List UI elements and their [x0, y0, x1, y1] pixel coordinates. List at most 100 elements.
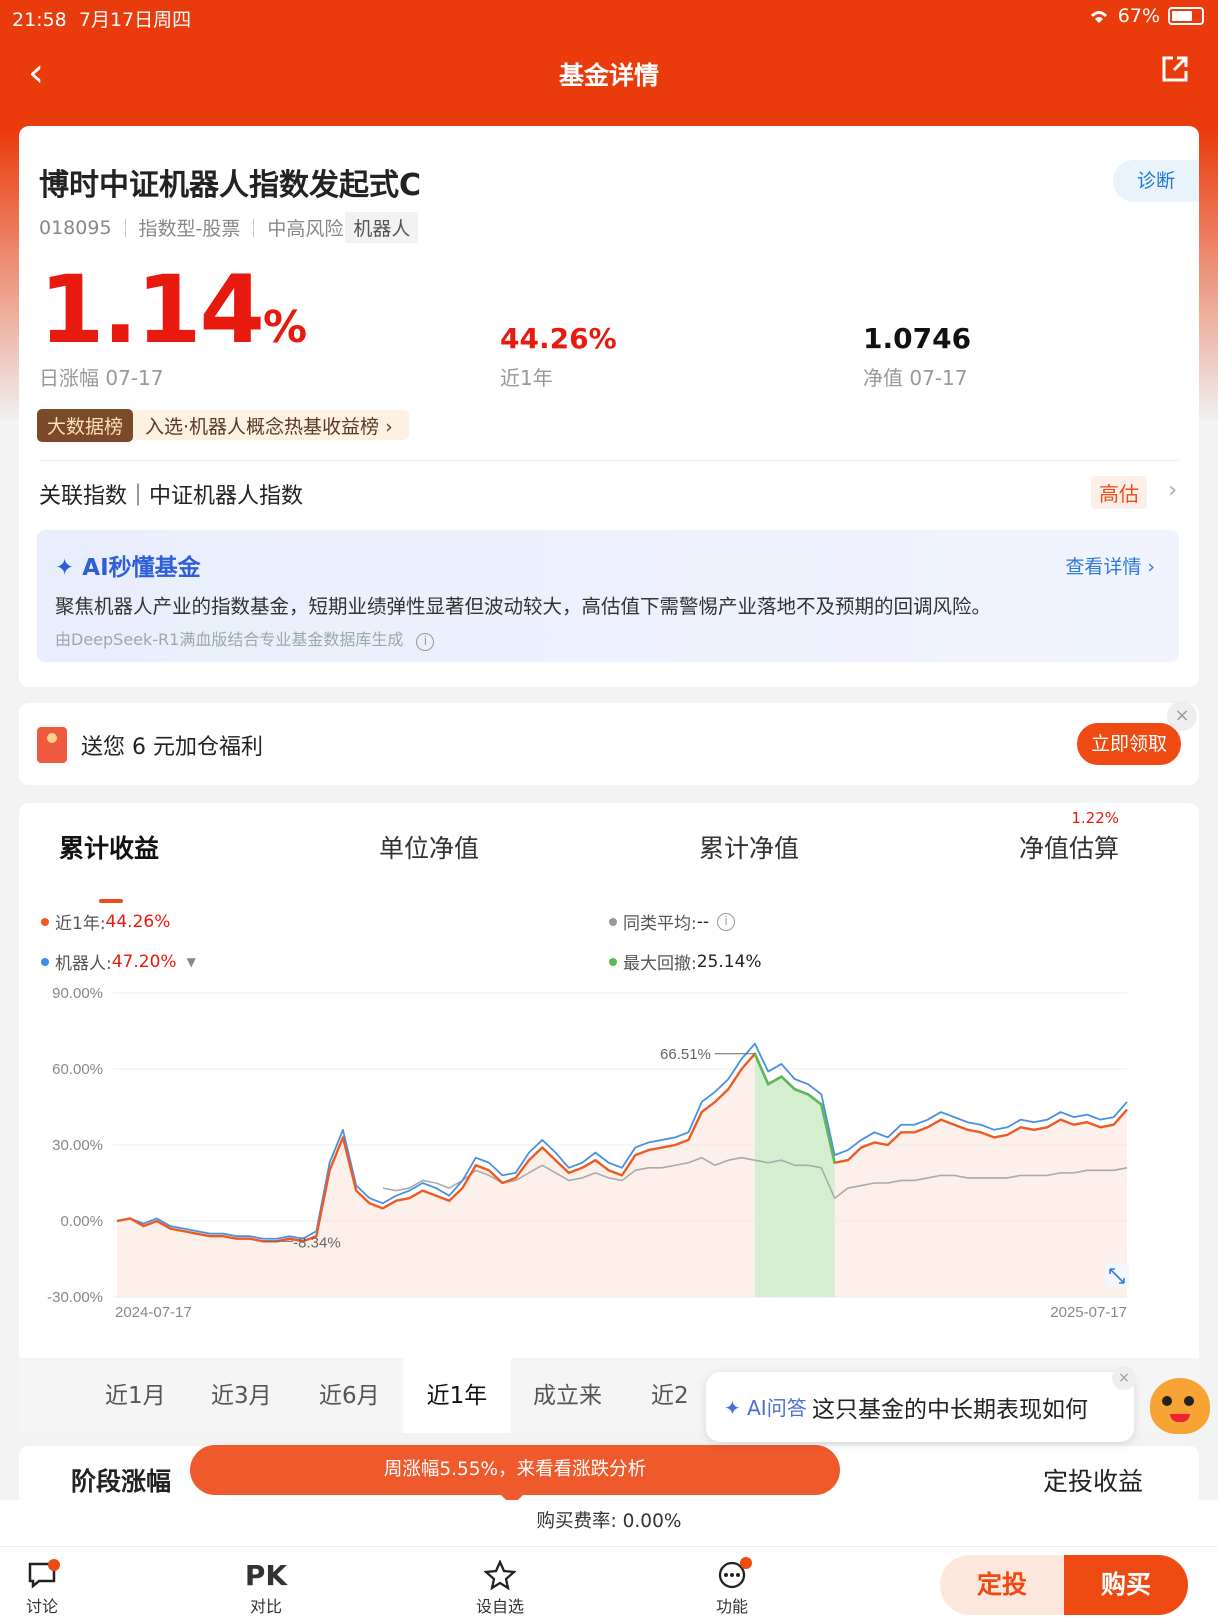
meta-divider: [124, 218, 126, 237]
ai-summary-box[interactable]: ✦ AI秒懂基金 查看详情 › 聚焦机器人产业的指数基金，短期业绩弹性显著但波动…: [37, 530, 1179, 662]
period-since-inception[interactable]: 成立来: [533, 1376, 602, 1410]
watchlist-button[interactable]: 设自选: [460, 1557, 540, 1617]
status-right: 67%: [1088, 5, 1204, 27]
fund-info-card: 博时中证机器人指数发起式C 诊断 018095 指数型-股票 中高风险 机器人 …: [19, 126, 1199, 687]
return-chart[interactable]: 90.00% 60.00% 30.00% 0.00% -30.00% 66.51% -8.3…: [19, 983, 1199, 1323]
period-1y[interactable]: 近1年: [403, 1358, 511, 1433]
x-end-label: 2025-07-17: [1050, 1304, 1127, 1321]
tab-cumulative-nav[interactable]: 累计净值: [699, 829, 799, 865]
share-icon[interactable]: [1160, 54, 1190, 84]
auto-invest-button[interactable]: 定投: [940, 1555, 1064, 1615]
gift-banner: 送您 6 元加仓福利 立即领取 ×: [19, 701, 1199, 785]
y-tick-label: 30.00%: [52, 1137, 103, 1154]
close-icon[interactable]: ×: [1167, 701, 1197, 731]
ai-question: 这只基金的中长期表现如何: [812, 1397, 1088, 1423]
y-tick-label: 0.00%: [60, 1213, 103, 1230]
battery-icon: [1168, 7, 1204, 25]
discuss-button[interactable]: 讨论: [2, 1557, 82, 1617]
y-tick-label: 60.00%: [52, 1061, 103, 1078]
sparkle-icon: ✦: [55, 555, 75, 581]
function-button[interactable]: 功能: [692, 1557, 772, 1617]
wifi-icon: [1090, 11, 1107, 23]
legend-index[interactable]: 机器人: 47.20% ▼: [41, 949, 196, 974]
pk-icon: PK: [244, 1558, 288, 1592]
bigdata-badge: 大数据榜: [37, 408, 134, 442]
bottom-bar: 讨论 PK 对比 设自选 功能 定投 购买: [0, 1546, 1218, 1624]
period-3m[interactable]: 近3月: [211, 1376, 272, 1410]
related-index[interactable]: 关联指数｜中证机器人指数: [39, 478, 303, 510]
year-change-value: 44.26%: [500, 322, 617, 355]
estimate-badge: 1.22%: [1071, 809, 1119, 827]
info-icon[interactable]: i: [717, 912, 736, 931]
ai-source: 由DeepSeek-R1满血版结合专业基金数据库生成 i: [55, 626, 435, 651]
weekly-promo[interactable]: 周涨幅5.55%，来看看涨跌分析: [190, 1445, 840, 1495]
compare-button[interactable]: PK 对比: [226, 1557, 306, 1617]
chart-card: 累计收益 单位净值 累计净值 净值估算 1.22% 近1年: 44.26% 同类平…: [19, 803, 1199, 1433]
legend-dot: [609, 957, 617, 966]
status-bar: 21:58 7月17日周四 67%: [0, 0, 1218, 34]
ai-question-bubble[interactable]: ✦ AI问答 这只基金的中长期表现如何 ×: [706, 1366, 1136, 1442]
min-annotation: -8.34%: [293, 1234, 341, 1251]
meta-divider: [253, 218, 255, 237]
page-title: 基金详情: [558, 61, 659, 90]
nav-bar: ‹ 基金详情: [0, 44, 1218, 100]
close-icon[interactable]: ×: [1112, 1366, 1136, 1390]
status-time: 21:58 7月17日周四: [12, 9, 192, 31]
stage-title[interactable]: 阶段涨幅: [71, 1462, 171, 1498]
tab-cumulative-return[interactable]: 累计收益: [59, 829, 159, 865]
nav-value: 1.0746: [863, 322, 972, 355]
y-tick-label: -30.00%: [47, 1289, 103, 1306]
nav-label: 净值 07-17: [863, 366, 968, 390]
fund-code: 018095: [39, 216, 112, 239]
fund-type: 指数型-股票: [138, 218, 241, 240]
daily-change-unit: %: [262, 302, 308, 353]
fund-risk: 中高风险: [267, 218, 344, 240]
mascot-avatar[interactable]: [1150, 1378, 1210, 1434]
battery-percent: 67%: [1117, 5, 1160, 27]
daily-change-label: 日涨幅 07-17: [39, 366, 164, 390]
ai-more-link[interactable]: 查看详情 ›: [1065, 552, 1155, 579]
bigdata-text: 入选·机器人概念热基收益榜 ›: [145, 415, 393, 438]
bigdata-rank[interactable]: 大数据榜 入选·机器人概念热基收益榜 ›: [37, 408, 409, 442]
diagnose-button[interactable]: 诊断: [1113, 160, 1199, 202]
legend-fund: 近1年: 44.26%: [41, 909, 170, 934]
legend-peer: 同类平均: -- i: [609, 909, 736, 934]
info-icon[interactable]: i: [416, 633, 435, 651]
divider: [39, 460, 1179, 461]
period-1m[interactable]: 近1月: [105, 1376, 166, 1410]
daily-change: 1.14%: [39, 256, 307, 365]
fund-meta: 018095 指数型-股票 中高风险 机器人: [39, 212, 419, 243]
fund-tag[interactable]: 机器人: [345, 212, 419, 243]
period-2y[interactable]: 近2: [651, 1376, 689, 1410]
legend-dot: [41, 917, 49, 926]
legend-drawdown: 最大回撤: 25.14%: [609, 949, 762, 974]
valuation-badge[interactable]: 高估: [1091, 476, 1147, 509]
daily-change-value: 1.14: [39, 256, 265, 365]
purchase-fee: 购买费率: 0.00%: [0, 1500, 1218, 1546]
chart-tabs: 累计收益 单位净值 累计净值 净值估算 1.22%: [19, 809, 1199, 903]
period-6m[interactable]: 近6月: [319, 1376, 380, 1410]
legend-dot: [609, 917, 617, 926]
tab-unit-nav[interactable]: 单位净值: [379, 829, 479, 865]
dropdown-icon[interactable]: ▼: [187, 955, 196, 969]
fund-name: 博时中证机器人指数发起式C: [39, 168, 422, 203]
x-start-label: 2024-07-17: [115, 1304, 192, 1321]
claim-button[interactable]: 立即领取: [1077, 723, 1181, 765]
more-icon: [692, 1557, 772, 1593]
legend-dot: [41, 957, 49, 966]
buy-button[interactable]: 购买: [1064, 1555, 1188, 1615]
tab-underline: [99, 899, 123, 903]
chat-icon: [2, 1557, 82, 1593]
y-tick-label: 90.00%: [52, 985, 103, 1002]
chevron-right-icon[interactable]: ›: [1168, 478, 1177, 503]
ai-title: ✦ AI秒懂基金: [55, 555, 201, 581]
max-annotation: 66.51%: [660, 1046, 711, 1063]
red-envelope-icon: [37, 727, 67, 763]
notification-dot: [48, 1559, 60, 1571]
year-change-label: 近1年: [500, 366, 553, 390]
star-icon: [460, 1557, 540, 1593]
plan-return-tab[interactable]: 定投收益: [1043, 1462, 1143, 1498]
tab-nav-estimate[interactable]: 净值估算: [1019, 829, 1119, 865]
ai-ask-label: ✦ AI问答: [724, 1396, 807, 1420]
ai-summary-text: 聚焦机器人产业的指数基金，短期业绩弹性显著但波动较大，高估值下需警惕产业落地不及…: [55, 595, 992, 618]
